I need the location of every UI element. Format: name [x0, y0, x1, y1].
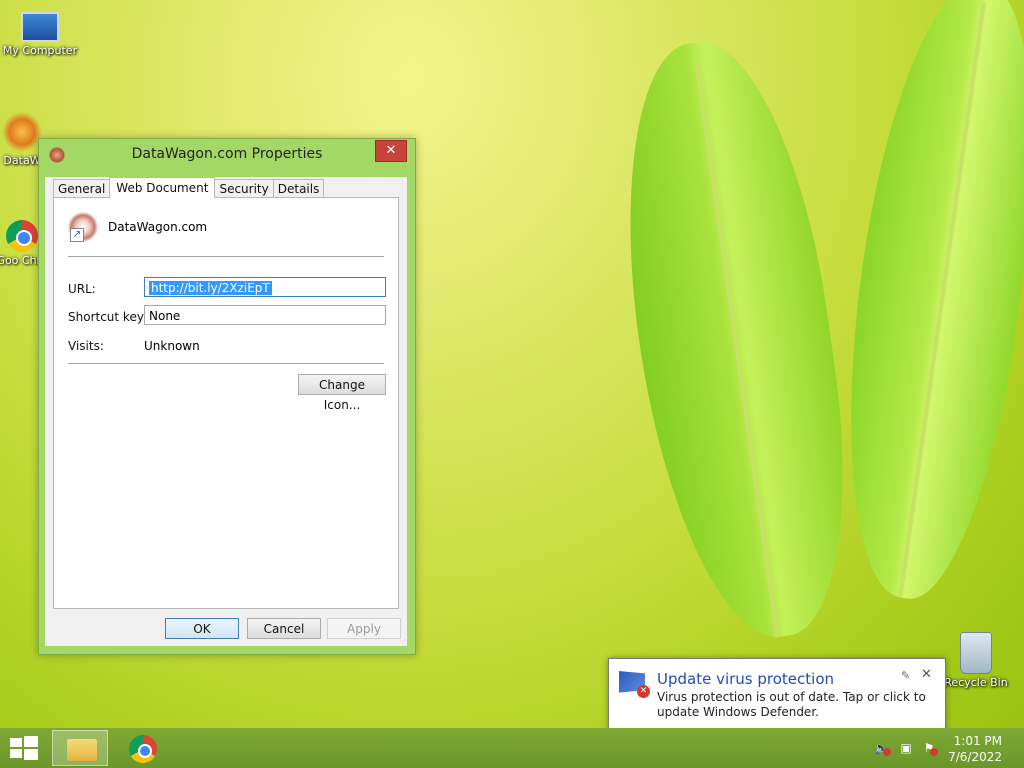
tab-security[interactable]: Security [214, 179, 274, 198]
windows-logo-icon [10, 738, 22, 747]
change-icon-button[interactable]: Change Icon... [298, 374, 386, 412]
divider [68, 256, 384, 257]
cancel-button[interactable]: Cancel [247, 618, 321, 639]
url-field[interactable]: http://bit.ly/2XziEpT [144, 277, 386, 297]
windows-logo-icon [10, 749, 22, 758]
shortcut-key-label: Shortcut key: [68, 310, 148, 324]
divider [68, 363, 384, 364]
desktop-icon-recycle-bin[interactable]: Recycle Bin [936, 632, 1016, 689]
close-button[interactable]: ✕ [375, 140, 407, 162]
muted-badge-icon [883, 748, 891, 756]
tab-web-document[interactable]: Web Document [109, 177, 216, 198]
shortcut-arrow-icon: ↗ [70, 228, 84, 242]
shortcut-key-field[interactable]: None [144, 305, 386, 325]
wallpaper-leaf [817, 0, 1024, 609]
desktop-icon-label: My Computer [2, 44, 78, 57]
url-label: URL: [68, 282, 96, 296]
chrome-icon [129, 735, 157, 763]
chrome-icon [6, 220, 38, 252]
notification-message: Virus protection is out of date. Tap or … [657, 690, 926, 719]
taskbar-chrome[interactable] [115, 730, 171, 766]
notification-close-button[interactable]: ✕ [921, 667, 932, 682]
notification-title: Update virus protection [657, 670, 835, 688]
datawagon-shortcut-icon [2, 112, 42, 152]
network-icon[interactable]: ▣ [899, 741, 913, 755]
error-badge-icon: ✕ [637, 685, 650, 698]
url-value: http://bit.ly/2XziEpT [149, 281, 272, 295]
desktop-icon-my-computer[interactable]: My Computer [0, 12, 80, 57]
tab-details[interactable]: Details [272, 179, 325, 198]
apply-button[interactable]: Apply [327, 618, 401, 639]
clock-time: 1:01 PM [953, 734, 1002, 748]
computer-icon [21, 12, 59, 42]
windows-logo-icon [24, 749, 38, 760]
web-document-panel: ↗ DataWagon.com URL: http://bit.ly/2XziE… [53, 197, 399, 609]
clock-date: 7/6/2022 [948, 750, 1002, 764]
tab-general[interactable]: General [53, 179, 111, 198]
windows-logo-icon [24, 736, 38, 747]
visits-value: Unknown [144, 339, 200, 353]
desktop-icon-label: Recycle Bin [944, 676, 1008, 689]
folder-icon [67, 739, 97, 761]
properties-dialog: DataWagon.com Properties ✕ General Web D… [38, 138, 416, 655]
site-name: DataWagon.com [108, 220, 208, 234]
dialog-title: DataWagon.com Properties [131, 146, 323, 162]
taskbar-file-explorer[interactable] [52, 730, 108, 766]
taskbar: 🔈 ▣ ⚑ 1:01 PM 7/6/2022 [0, 728, 1024, 768]
shortcut-key-value: None [149, 309, 181, 323]
visits-label: Visits: [68, 339, 104, 353]
pin-icon[interactable]: ✎ [901, 669, 910, 682]
recycle-bin-icon [960, 632, 992, 674]
tab-strip: General Web Document Security Details [53, 177, 325, 198]
start-button[interactable] [10, 736, 38, 760]
ok-button[interactable]: OK [165, 618, 239, 639]
dialog-body: General Web Document Security Details ↗ … [45, 177, 407, 646]
virus-protection-notification[interactable]: ✕ Update virus protection Virus protecti… [608, 658, 946, 730]
error-badge-icon [930, 748, 938, 756]
system-clock[interactable]: 1:01 PM 7/6/2022 [948, 733, 1002, 765]
